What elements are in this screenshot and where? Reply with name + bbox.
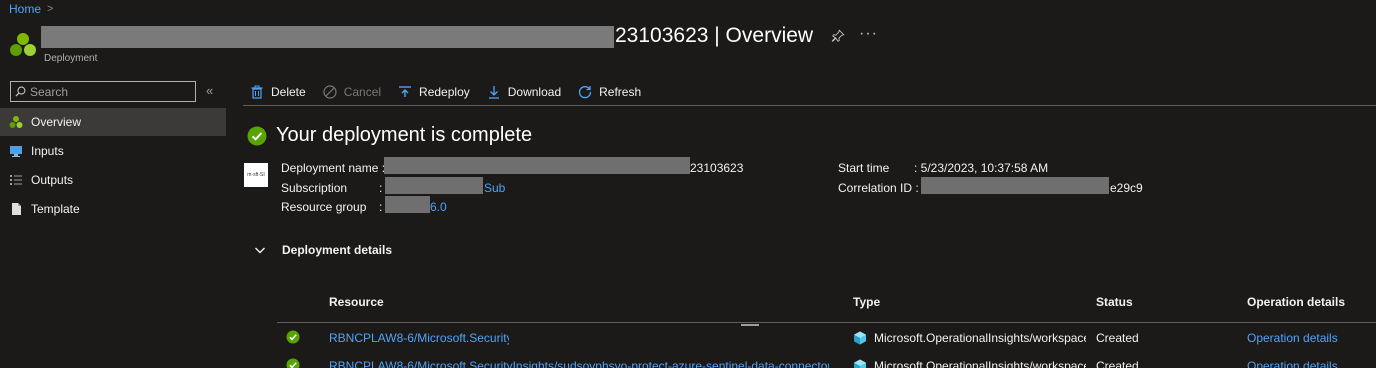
page-header: 23103623 | Overview ··· Deployment xyxy=(9,24,1369,66)
start-time-label: Start time xyxy=(838,161,890,175)
outputs-icon xyxy=(10,175,22,185)
refresh-icon xyxy=(579,85,592,98)
table-header-divider xyxy=(277,322,1376,323)
breadcrumb: Home > xyxy=(9,2,53,16)
resource-link[interactable]: RBNCPLAW8-6/Microsoft.SecurityI xyxy=(329,331,509,345)
nav-item-overview[interactable]: Overview xyxy=(0,108,226,136)
deployment-details-heading: Deployment details xyxy=(282,243,393,257)
column-header-type[interactable]: Type xyxy=(853,295,880,309)
azure-portal-page: Home > 23103623 | Overview ··· Deploymen… xyxy=(0,0,1376,368)
inputs-icon xyxy=(10,146,22,157)
deployment-name-value: 23103623 xyxy=(690,161,744,175)
resource-type: Microsoft.OperationalInsights/workspaces xyxy=(853,359,1086,368)
command-toolbar: Delete Cancel Redeploy Download Refresh xyxy=(243,78,1376,106)
resource-type: Microsoft.OperationalInsights/workspaces xyxy=(853,331,1086,345)
deployment-status-heading: Your deployment is complete xyxy=(247,124,532,147)
resource-group-label: Resource group xyxy=(281,200,367,214)
refresh-button[interactable]: Refresh xyxy=(578,80,641,104)
left-nav: « Overview Inputs Outputs Temp xyxy=(0,78,226,368)
operation-details-link[interactable]: Operation details xyxy=(1247,359,1338,368)
correlation-id-value: e29c9 xyxy=(1110,181,1143,195)
resource-group-link[interactable]: 6.0 xyxy=(430,200,447,214)
redacted-title-block xyxy=(41,26,614,48)
page-subtitle: Deployment xyxy=(44,53,98,64)
refresh-label: Refresh xyxy=(599,84,642,99)
deployment-name-label: Deployment name : xyxy=(281,161,386,175)
cancel-label: Cancel xyxy=(343,84,382,99)
column-header-status[interactable]: Status xyxy=(1096,295,1133,309)
template-icon xyxy=(12,203,21,215)
publisher-logo: m·sft·SI xyxy=(244,163,268,187)
search-icon xyxy=(15,86,26,97)
subscription-colon: : xyxy=(379,181,383,195)
table-row: RBNCPLAW8-6/Microsoft.SecurityI Microsof… xyxy=(277,326,1376,352)
correlation-id-label: Correlation ID : xyxy=(838,181,919,195)
status-heading-text: Your deployment is complete xyxy=(276,124,533,146)
download-button[interactable]: Download xyxy=(487,80,561,104)
success-check-icon xyxy=(286,330,300,344)
success-check-icon xyxy=(286,358,300,368)
subscription-label: Subscription xyxy=(281,181,348,195)
nav-item-template[interactable]: Template xyxy=(0,195,226,223)
deployment-icon xyxy=(10,33,36,56)
deployment-icon xyxy=(9,116,23,128)
deployment-details-toggle[interactable]: Deployment details xyxy=(254,243,392,257)
delete-button[interactable]: Delete xyxy=(250,80,306,104)
cancel-icon xyxy=(323,84,337,99)
success-check-icon xyxy=(247,126,267,145)
column-header-resource[interactable]: Resource xyxy=(329,295,384,309)
nav-item-outputs[interactable]: Outputs xyxy=(0,166,226,194)
column-header-operation-details[interactable]: Operation details xyxy=(1247,295,1345,309)
more-options-icon[interactable]: ··· xyxy=(859,25,878,43)
pin-icon[interactable] xyxy=(831,29,847,45)
redacted-resource-group xyxy=(385,196,430,213)
nav-item-inputs[interactable]: Inputs xyxy=(0,137,226,165)
chevron-down-icon xyxy=(255,247,265,254)
resource-group-colon: : xyxy=(379,200,383,214)
download-label: Download xyxy=(507,84,562,99)
nav-item-label: Overview xyxy=(31,115,82,129)
page-title: 23103623 | Overview xyxy=(615,24,814,47)
start-time-value: : 5/23/2023, 10:37:58 AM xyxy=(914,161,1049,175)
log-analytics-workspace-icon xyxy=(854,331,866,345)
operation-details-link[interactable]: Operation details xyxy=(1247,331,1338,345)
breadcrumb-separator-icon: > xyxy=(47,3,54,15)
redeploy-icon xyxy=(399,85,412,97)
trash-icon xyxy=(251,85,263,99)
nav-item-label: Outputs xyxy=(31,173,74,187)
table-row: RBNCPLAW8-6/Microsoft.SecurityInsights/s… xyxy=(277,354,1376,368)
collapse-nav-icon[interactable]: « xyxy=(206,83,213,98)
nav-search-box[interactable] xyxy=(10,81,196,102)
redacted-correlation-id xyxy=(921,177,1109,194)
status-text: Created xyxy=(1096,359,1139,368)
download-icon xyxy=(488,85,499,99)
delete-label: Delete xyxy=(271,84,306,99)
redeploy-button[interactable]: Redeploy xyxy=(398,80,470,104)
breadcrumb-home-link[interactable]: Home xyxy=(9,2,41,16)
cancel-button[interactable]: Cancel xyxy=(323,80,381,104)
log-analytics-workspace-icon xyxy=(854,359,866,368)
subscription-link[interactable]: Sub xyxy=(484,181,505,195)
redeploy-label: Redeploy xyxy=(419,84,470,99)
status-text: Created xyxy=(1096,331,1139,345)
redacted-subscription xyxy=(385,177,483,194)
nav-item-label: Template xyxy=(31,202,80,216)
resource-type-text: Microsoft.OperationalInsights/workspaces xyxy=(874,331,1086,345)
resource-link[interactable]: RBNCPLAW8-6/Microsoft.SecurityInsights/s… xyxy=(329,359,829,368)
nav-item-label: Inputs xyxy=(31,144,64,158)
search-input[interactable] xyxy=(30,84,180,99)
resource-type-text: Microsoft.OperationalInsights/workspaces xyxy=(874,359,1086,368)
redacted-deployment-name xyxy=(384,157,690,174)
